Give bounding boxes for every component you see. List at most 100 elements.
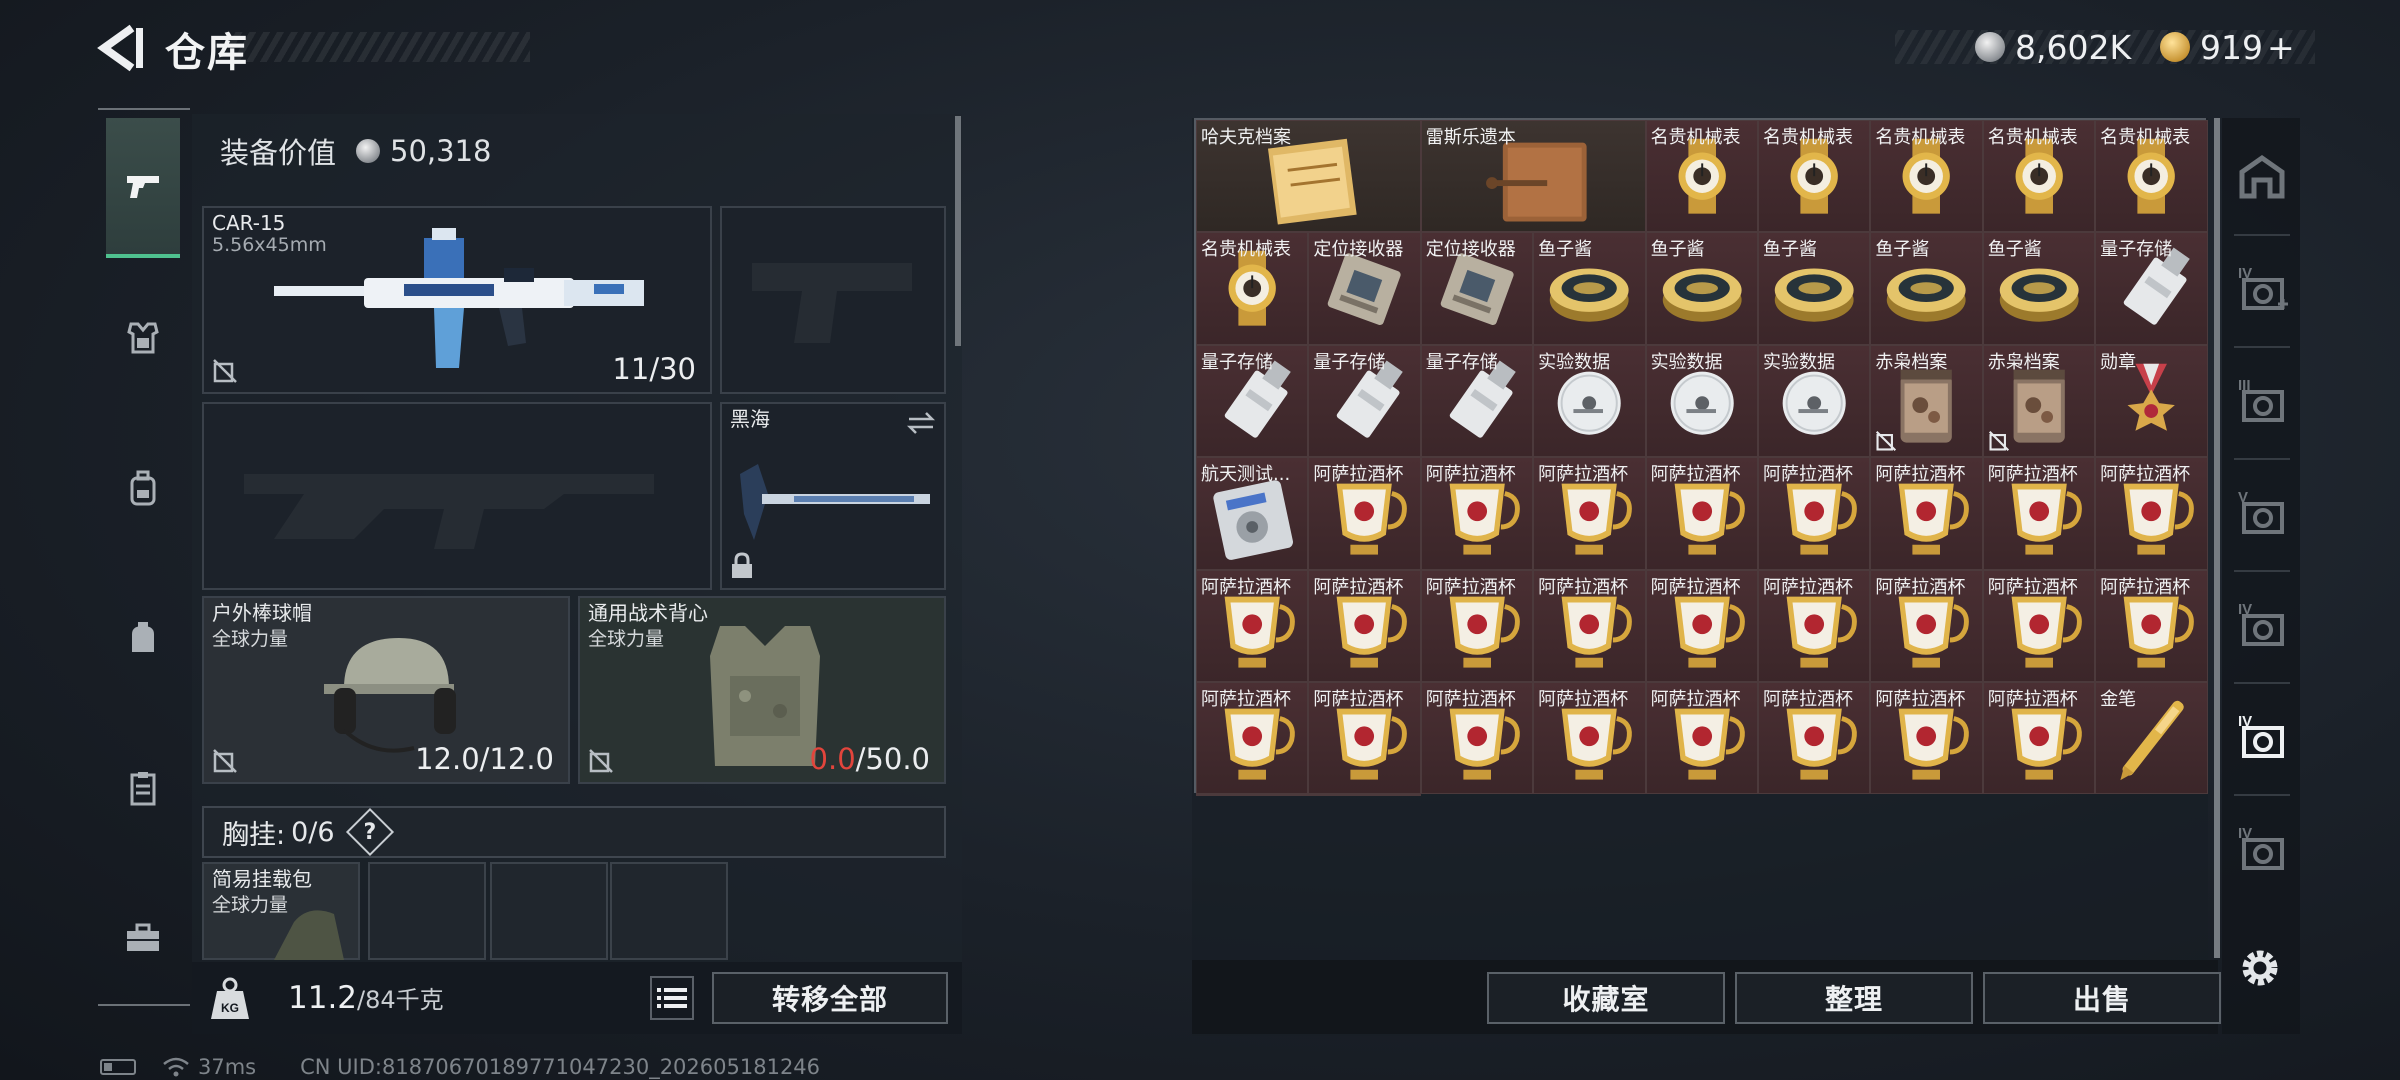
pouch-slot-empty[interactable] [368, 862, 486, 960]
storage-item-cup[interactable]: 阿萨拉酒杯 [1308, 457, 1421, 570]
storage-item-usb[interactable]: 量子存储 [1420, 344, 1534, 458]
armor-slot[interactable]: 通用战术背心 全球力量 0.0/50.0 [578, 596, 946, 784]
storage-item-cup[interactable]: 阿萨拉酒杯 [1196, 681, 1309, 795]
storage-item-label: 鱼子酱 [1762, 239, 1817, 261]
storage-item-caviar[interactable]: 鱼子酱 [1533, 232, 1646, 345]
swap-icon[interactable] [906, 410, 936, 436]
carry-weight-value: 11.2 [288, 980, 358, 1016]
storage-item-cup[interactable]: 阿萨拉酒杯 [1757, 681, 1871, 795]
storage-item-medal[interactable]: 勋章 [2095, 344, 2208, 458]
storage-item-cup[interactable]: 阿萨拉酒杯 [1533, 681, 1646, 795]
storage-item-caviar[interactable]: 鱼子酱 [1645, 232, 1758, 345]
melee-slot[interactable]: 黑海 [720, 402, 946, 590]
storage-item-caviar[interactable]: 鱼子酱 [1757, 232, 1871, 345]
storage-item-watch[interactable]: 名贵机械表 [1645, 120, 1758, 233]
list-view-button[interactable] [650, 976, 694, 1020]
storage-item-watch[interactable]: 名贵机械表 [1982, 120, 2096, 233]
gold-currency[interactable]: 919 + [2160, 24, 2295, 70]
storage-item-jar[interactable]: 赤枭档案 [1870, 344, 1983, 458]
storage-item-cup[interactable]: 阿萨拉酒杯 [1308, 681, 1421, 795]
storage-tab-6[interactable]: IV [2234, 710, 2290, 766]
storage-tab-2[interactable]: IV [2234, 262, 2290, 318]
rail-divider [2234, 234, 2290, 236]
transfer-all-button[interactable]: 转移全部 [712, 972, 948, 1024]
storage-item-cup[interactable]: 阿萨拉酒杯 [1645, 457, 1758, 570]
storage-item-watch[interactable]: 名贵机械表 [1757, 120, 1871, 233]
organize-button[interactable]: 整理 [1735, 972, 1973, 1024]
storage-item-cup[interactable]: 阿萨拉酒杯 [1870, 457, 1983, 570]
settings-button[interactable] [2228, 936, 2292, 1000]
tab-weapons[interactable] [106, 118, 180, 258]
storage-item-cup[interactable]: 阿萨拉酒杯 [2095, 569, 2208, 682]
storage-item-label: 阿萨拉酒杯 [1425, 576, 1516, 598]
storage-item-cup[interactable]: 阿萨拉酒杯 [1757, 457, 1871, 570]
storage-item-pen[interactable]: 金笔 [2095, 681, 2208, 795]
storage-item-cup[interactable]: 阿萨拉酒杯 [1645, 569, 1758, 682]
tab-bag[interactable] [106, 568, 180, 708]
storage-item-cup[interactable]: 阿萨拉酒杯 [1420, 681, 1534, 795]
storage-item-cup[interactable]: 阿萨拉酒杯 [1982, 569, 2096, 682]
storage-tab-7[interactable]: IV [2234, 822, 2290, 878]
storage-item-folder[interactable]: 哈夫克档案 [1196, 120, 1421, 233]
tab-armor[interactable] [106, 268, 180, 408]
storage-item-cup[interactable]: 阿萨拉酒杯 [1308, 569, 1421, 682]
storage-item-watch[interactable]: 名贵机械表 [1870, 120, 1983, 233]
armor-durability-current: 0.0 [809, 742, 856, 776]
tab-backpack[interactable] [106, 418, 180, 558]
storage-scrollbar[interactable] [2214, 118, 2220, 958]
storage-item-receiver[interactable]: 定位接收器 [1308, 232, 1421, 345]
storage-tab-5[interactable]: IV [2234, 598, 2290, 654]
storage-item-usb[interactable]: 量子存储 [1196, 344, 1309, 458]
back-button[interactable] [96, 22, 146, 74]
storage-item-receiver[interactable]: 定位接收器 [1420, 232, 1534, 345]
helmet-slot[interactable]: 户外棒球帽 全球力量 12.0/12.0 [202, 596, 570, 784]
storage-item-usb[interactable]: 量子存储 [1308, 344, 1421, 458]
storage-item-cup[interactable]: 阿萨拉酒杯 [1533, 457, 1646, 570]
collection-room-button[interactable]: 收藏室 [1487, 972, 1725, 1024]
storage-item-caviar[interactable]: 鱼子酱 [1870, 232, 1983, 345]
storage-item-book[interactable]: 雷斯乐遗本 [1420, 120, 1646, 233]
helmet-durability: 12.0/12.0 [415, 742, 554, 776]
sell-button[interactable]: 出售 [1983, 972, 2221, 1024]
storage-item-pen[interactable]: 金笔 [1308, 794, 1421, 797]
storage-item-caviar[interactable]: 鱼子酱 [1982, 232, 2096, 345]
chest-rig-bar[interactable]: 胸挂: 0/6 ? [202, 806, 946, 858]
pouch-slot-empty[interactable] [610, 862, 728, 960]
storage-item-cup[interactable]: 阿萨拉酒杯 [2095, 457, 2208, 570]
storage-item-cup[interactable]: 阿萨拉酒杯 [1196, 569, 1309, 682]
secondary-weapon-slot[interactable] [202, 402, 712, 590]
storage-item-label: 阿萨拉酒杯 [1650, 464, 1741, 486]
storage-item-drive[interactable]: 航天测试... [1196, 457, 1309, 570]
tab-toolbox[interactable] [106, 868, 180, 1008]
storage-item-watch[interactable]: 名贵机械表 [2095, 120, 2208, 233]
storage-item-cup[interactable]: 阿萨拉酒杯 [1870, 681, 1983, 795]
help-icon[interactable]: ? [345, 807, 394, 857]
tab-clipboard[interactable] [106, 718, 180, 858]
pouch-slot-empty[interactable] [490, 862, 608, 960]
storage-item-cup[interactable]: 阿萨拉酒杯 [1645, 681, 1758, 795]
storage-item-disc[interactable]: 实验数据 [1533, 344, 1646, 458]
silver-currency[interactable]: 8,602K [1975, 24, 2131, 70]
storage-item-cup[interactable]: 阿萨拉酒杯 [1420, 569, 1534, 682]
storage-item-cup[interactable]: 阿萨拉酒杯 [1982, 681, 2096, 795]
storage-item-cup[interactable]: 阿萨拉酒杯 [1420, 457, 1534, 570]
storage-item-watch[interactable]: 名贵机械表 [1196, 232, 1309, 345]
storage-item-disc[interactable]: 实验数据 [1645, 344, 1758, 458]
storage-tab-1[interactable] [2234, 150, 2290, 206]
storage-item-usb[interactable]: 量子存储 [2095, 232, 2208, 345]
pouch-slot[interactable]: 简易挂载包 全球力量 [202, 862, 360, 960]
storage-item-pen[interactable]: 金笔 [1196, 794, 1309, 797]
storage-item-cup[interactable]: 阿萨拉酒杯 [1757, 569, 1871, 682]
storage-tab-3[interactable]: III [2234, 374, 2290, 430]
storage-item-label: 阿萨拉酒杯 [1762, 576, 1853, 598]
sidearm-slot[interactable] [720, 206, 946, 394]
primary-weapon-slot[interactable]: CAR-15 5.56x45mm 11/30 [202, 206, 712, 394]
equipment-scrollbar[interactable] [955, 116, 961, 346]
storage-item-cup[interactable]: 阿萨拉酒杯 [1982, 457, 2096, 570]
storage-item-jar[interactable]: 赤枭档案 [1982, 344, 2096, 458]
storage-item-disc[interactable]: 实验数据 [1757, 344, 1871, 458]
storage-item-cup[interactable]: 阿萨拉酒杯 [1870, 569, 1983, 682]
storage-item-cup[interactable]: 阿萨拉酒杯 [1533, 569, 1646, 682]
storage-tab-4[interactable]: V [2234, 486, 2290, 542]
rifle-icon [274, 228, 644, 368]
